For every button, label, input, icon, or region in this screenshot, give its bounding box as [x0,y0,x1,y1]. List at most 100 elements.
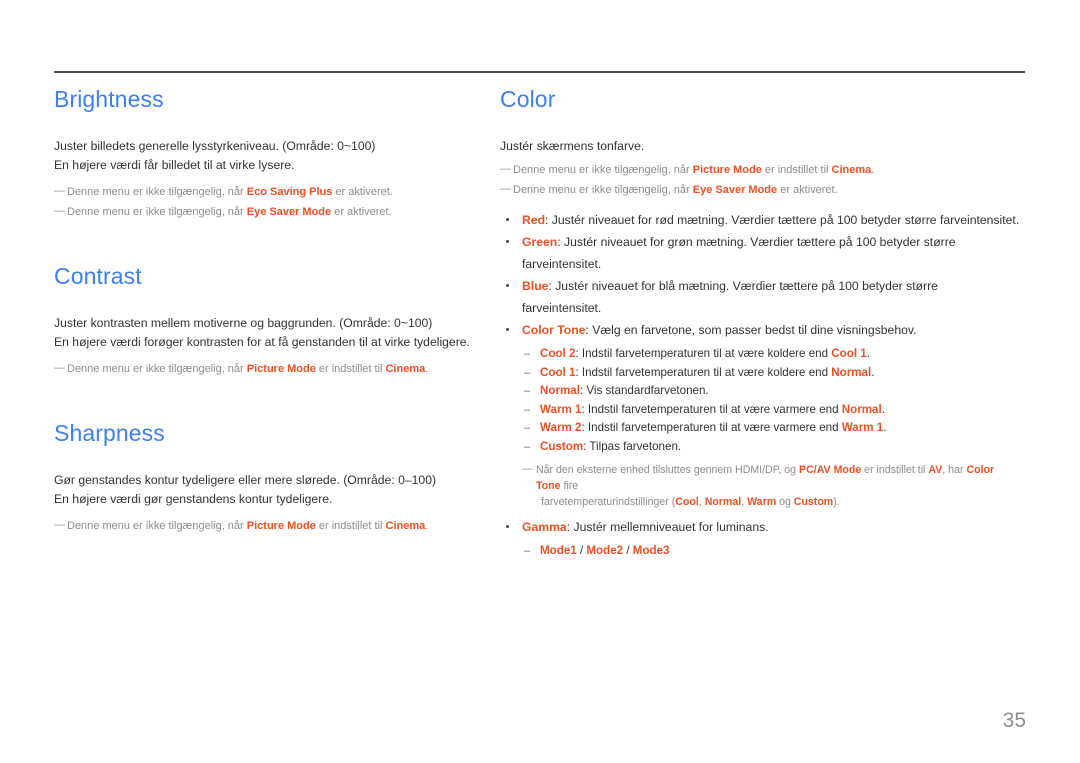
gamma-mode-separator-2: / [623,544,633,557]
note-text-post: er aktiveret. [332,186,393,198]
manual-page: Brightness Juster billedets generelle ly… [0,0,1080,763]
sub-term: Normal [540,384,580,397]
dash-marker-icon: – [524,348,531,360]
section-title-color: Color [500,86,556,112]
note-marker-icon: ― [54,519,65,531]
color-note-1: ― Denne menu er ikke tilgængelig, når Pic… [500,161,1020,179]
sub-mid: : Tilpas farvetonen. [583,439,682,453]
av-note-part-3: , har [942,464,967,476]
option-term: Color Tone [522,323,586,337]
option-text: : Justér niveauet for blå mætning. Værdi… [522,279,938,315]
gamma-mode-3: Mode3 [632,544,670,557]
sub-term: Cool 1 [540,365,576,379]
option-term: Green [522,235,558,249]
sub-item-gamma-modes: – Mode1 / Mode2 / Mode3 [522,542,1020,561]
list-item-green: Green: Justér niveauet for grøn mætning.… [500,231,1020,275]
note-text-post: . [871,164,875,176]
note-text-post: . [425,363,429,375]
note-marker-icon: ― [54,185,65,197]
section-contrast: Contrast Juster kontrasten mellem motive… [54,265,500,378]
dash-marker-icon: – [524,403,531,416]
note-text: Denne menu er ikke tilgængelig, når [513,164,693,176]
section-brightness: Brightness Juster billedets generelle ly… [54,88,500,221]
sharpness-note-1: ― Denne menu er ikke tilgængelig, når Pic… [54,517,500,535]
section-title-contrast: Contrast [54,263,142,289]
sub-item-cool-2: – Cool 2: Indstil farvetemperaturen til a… [522,345,1020,364]
color-intro: Justér skærmens tonfarve. [500,139,645,153]
note-text-post: er aktiveret. [777,184,838,196]
av-note-part-4: fire [560,480,579,492]
note-marker-icon: ― [500,183,511,195]
note-term: Eye Saver Mode [246,206,332,218]
list-item-color-tone: Color Tone: Vælg en farvetone, som passe… [500,319,1020,510]
option-text: : Justér niveauet for grøn mætning. Værd… [522,235,956,271]
note-mid: er indstillet til [315,363,386,375]
av-note-term-2: AV [928,464,943,476]
dash-marker-icon: – [524,385,531,397]
sub-ref: Normal [831,365,872,379]
sub-post: . [883,421,887,434]
note-text: Denne menu er ikke tilgængelig, når [67,520,247,532]
av-note-opt-1: Cool [675,496,699,508]
sub-post: . [866,347,870,360]
dash-marker-icon: – [524,440,531,453]
bullet-dot-icon [506,284,509,287]
note-mid: er indstillet til [315,520,386,532]
sub-term: Warm 2 [540,421,582,434]
gamma-mode-1: Mode1 [540,544,577,557]
option-text: : Justér niveauet for rød mætning. Værdi… [545,213,1020,227]
section-sharpness: Sharpness Gør genstandes kontur tydelige… [54,422,500,535]
color-tone-sublist: – Cool 2: Indstil farvetemperaturen til a… [522,345,1020,456]
sub-item-warm-2: – Warm 2: Indstil farvetemperaturen til a… [522,419,1020,438]
sub-item-warm-1: – Warm 1: Indstil farvetemperaturen til a… [522,401,1020,420]
sub-mid: : Indstil farvetemperaturen til at være … [581,421,842,434]
sub-term: Custom [540,439,584,453]
sharpness-line-1: Gør genstandes kontur tydeligere eller m… [54,473,437,487]
contrast-note-1: ― Denne menu er ikke tilgængelig, når Pic… [54,360,500,378]
av-note-opt-3: Warm [747,496,777,508]
right-column: Color Justér skærmens tonfarve. ― Denne m… [500,88,1020,561]
color-tone-av-note: ― Når den eksterne enhed tilsluttes genne… [522,462,1020,510]
note-text-post: . [425,520,429,532]
sub-mid: : Indstil farvetemperaturen til at være … [581,402,842,416]
left-column: Brightness Juster billedets generelle ly… [0,88,500,561]
sub-mid: : Indstil farvetemperaturen til at være … [575,365,832,379]
note-marker-icon: ― [54,362,65,374]
gamma-mode-2: Mode2 [586,544,624,557]
sub-ref: Cool 1 [831,347,867,360]
contrast-line-2: En højere værdi forøger kontrasten for a… [54,335,470,349]
brightness-note-2: ― Denne menu er ikke tilgængelig, når Eye… [54,203,500,221]
bullet-dot-icon [506,218,509,221]
dash-marker-icon: – [524,422,531,434]
note-text: Denne menu er ikke tilgængelig, når [67,363,247,375]
list-item-blue: Blue: Justér niveauet for blå mætning. V… [500,275,1020,319]
note-term-2: Cinema [831,164,872,176]
sub-term: Warm 1 [540,402,582,416]
note-term: Picture Mode [246,520,316,532]
note-marker-icon: ― [54,205,65,217]
note-term-2: Cinema [385,520,426,532]
sub-item-cool-1: – Cool 1: Indstil farvetemperaturen til a… [522,364,1020,383]
sub-mid: : Indstil farvetemperaturen til at være … [575,347,832,360]
note-term: Picture Mode [246,363,316,375]
note-term: Eye Saver Mode [692,184,778,196]
av-note-opt-2: Normal [704,496,742,508]
list-item-gamma: Gamma: Justér mellemniveauet for luminan… [500,516,1020,561]
av-note-line2-pre: farvetemperaturindstillinger ( [541,496,676,508]
av-note-part-1: Når den eksterne enhed tilsluttes gennem… [536,464,800,476]
page-number: 35 [1002,709,1026,732]
brightness-line-2: En højere værdi får billedet til at virk… [54,158,295,172]
section-title-brightness: Brightness [54,86,164,112]
note-text: Denne menu er ikke tilgængelig, når [67,186,247,198]
av-note-sep-3: og [776,496,794,508]
sub-item-normal: – Normal: Vis standardfarvetonen. [522,382,1020,401]
dash-marker-icon: – [524,366,531,379]
option-term: Gamma [522,520,567,534]
section-color: Color Justér skærmens tonfarve. ― Denne m… [500,88,1020,561]
bullet-dot-icon [506,240,509,243]
option-text: : Justér mellemniveauet for luminans. [566,520,769,534]
gamma-sublist: – Mode1 / Mode2 / Mode3 [522,542,1020,561]
sub-post: . [871,365,875,379]
color-option-list: Red: Justér niveauet for rød mætning. Væ… [500,209,1020,561]
note-term-2: Cinema [385,363,426,375]
